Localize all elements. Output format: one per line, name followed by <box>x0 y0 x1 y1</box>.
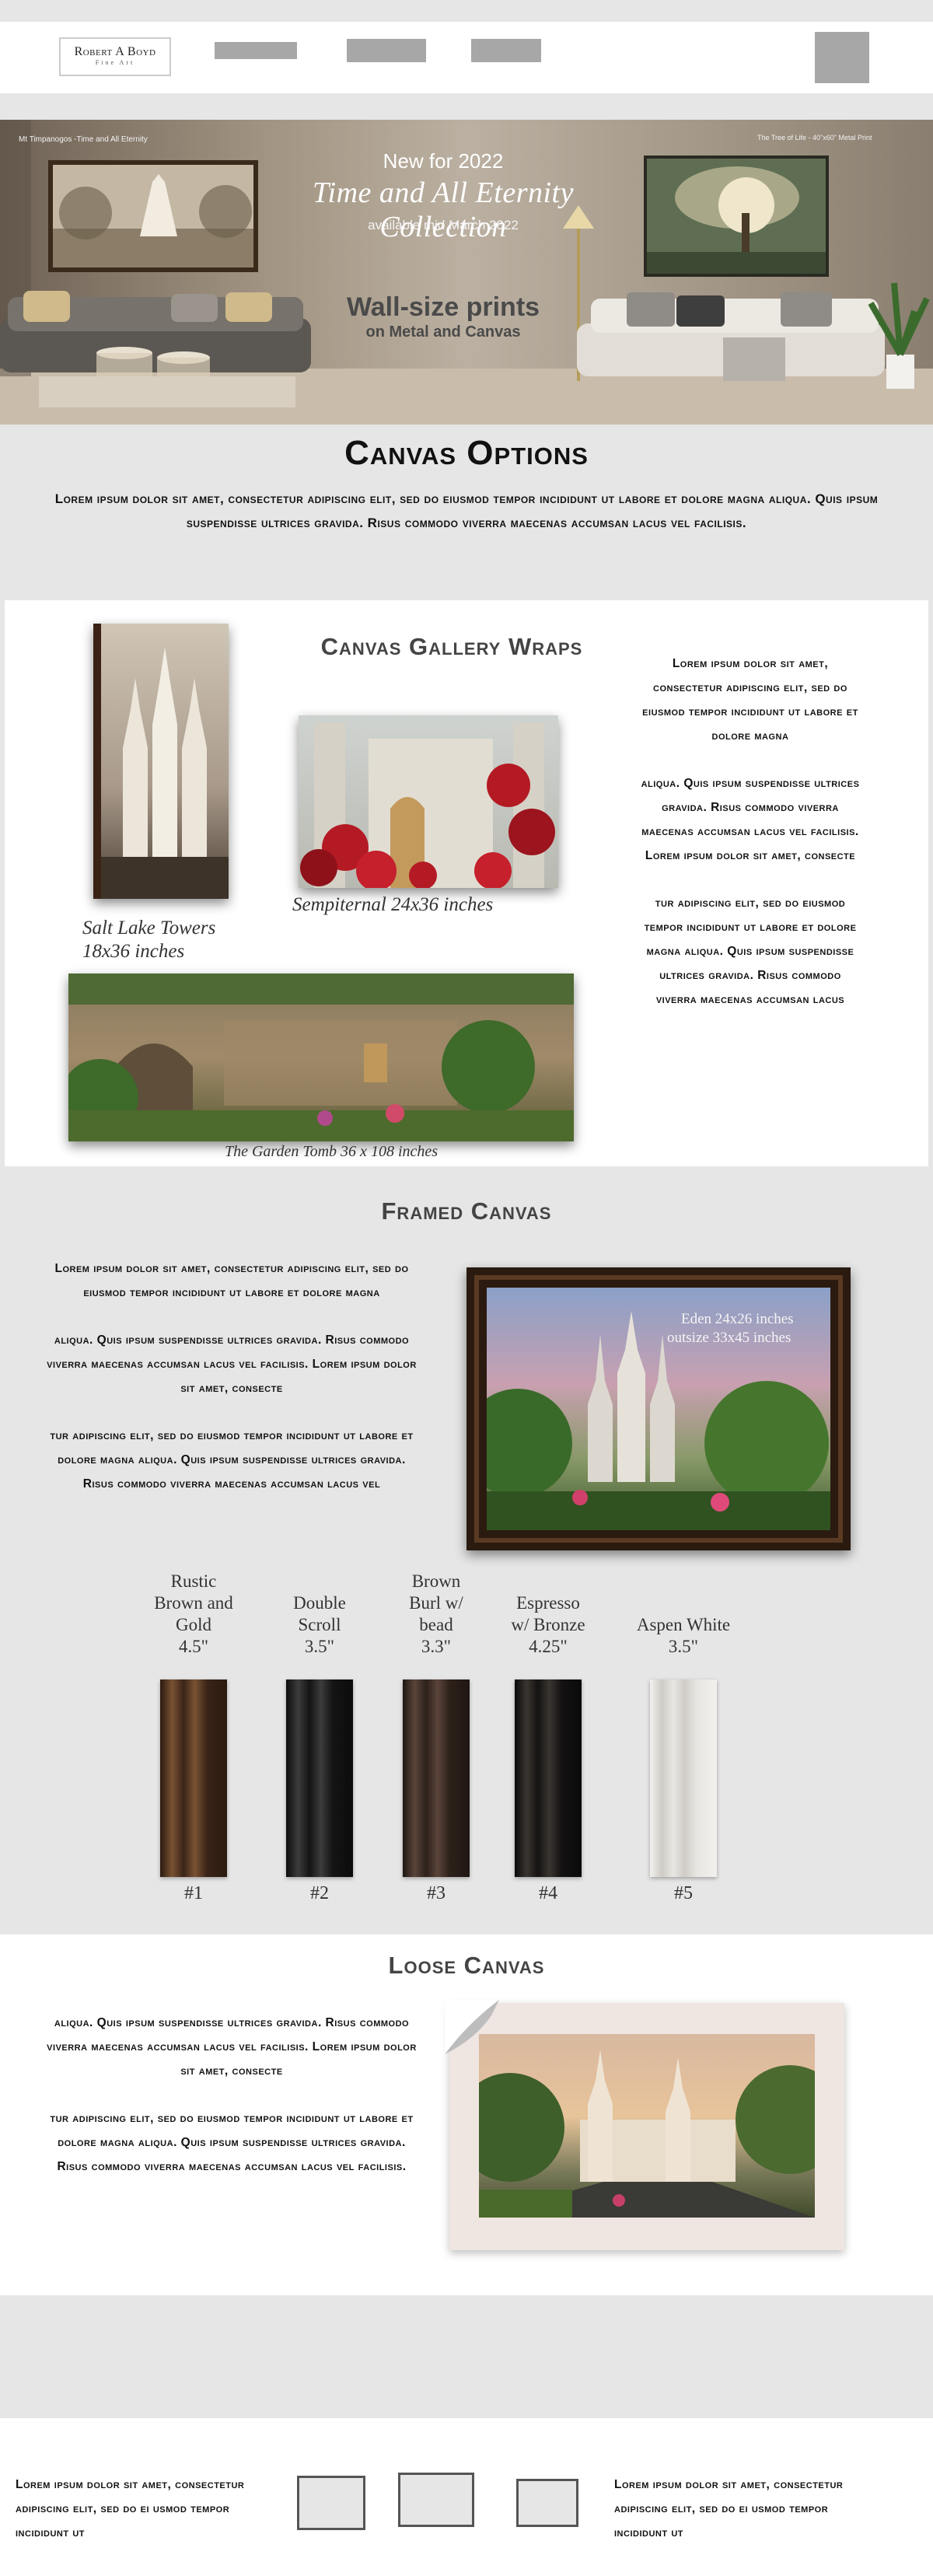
gallery-wraps-text: Lorem ipsum dolor sit amet, consectetur … <box>638 652 863 1035</box>
loose-para-2: tur adipiscing elit, sed do eiusmod temp… <box>50 2112 414 2173</box>
footer-square-3[interactable] <box>516 2479 578 2527</box>
frame-size: 3.5" <box>304 1637 335 1656</box>
sempiternal-caption: Sempiternal 24x36 inches <box>292 894 494 915</box>
frame-name-line: Espresso <box>516 1593 580 1613</box>
gallery-wraps-para-2: aliqua. Quis ipsum suspendisse ultrices … <box>641 777 860 862</box>
nav-item-1[interactable] <box>215 42 297 59</box>
frame-label-2: Double Scroll 3.5" <box>273 1592 366 1658</box>
frame-name-line: Burl w/ <box>409 1593 463 1613</box>
garden-tomb-illustration <box>68 973 574 1141</box>
logo[interactable]: Robert A Boyd Fine Art <box>59 37 171 76</box>
eden-framed-canvas[interactable]: Eden 24x26 inches outsize 33x45 inches <box>466 1267 851 1550</box>
logo-name: Robert A Boyd <box>74 45 156 58</box>
frame-name-line: Gold <box>176 1615 211 1634</box>
frame-size: 4.5" <box>178 1637 209 1656</box>
frame-name-line: Brown <box>411 1571 461 1591</box>
gallery-wraps-title: Canvas Gallery Wraps <box>320 633 583 660</box>
site-header: Robert A Boyd Fine Art <box>0 22 933 93</box>
frame-number-3: #3 <box>427 1883 446 1903</box>
framed-canvas-text: Lorem ipsum dolor sit amet, consectetur … <box>44 1257 420 1519</box>
gallery-wraps-para-3: tur adipiscing elit, sed do eiusmod temp… <box>644 897 857 1006</box>
frame-moulding-sample-5[interactable] <box>650 1679 717 1877</box>
frame-label-4: Espresso w/ Bronze 4.25" <box>494 1592 603 1658</box>
site-footer: Lorem ipsum dolor sit amet, consectetur … <box>0 2418 933 2576</box>
frame-name-line: Rustic <box>170 1571 217 1591</box>
loose-canvas-sheet[interactable] <box>445 2000 844 2250</box>
nav-item-2[interactable] <box>347 39 426 62</box>
menu-button[interactable] <box>815 32 869 83</box>
framed-para-1: Lorem ipsum dolor sit amet, consectetur … <box>54 1262 409 1299</box>
loose-canvas-text: aliqua. Quis ipsum suspendisse ultrices … <box>44 2011 420 2202</box>
footer-left-text: Lorem ipsum dolor sit amet, consectetur … <box>16 2478 245 2539</box>
frame-name-line: Brown and <box>154 1593 233 1613</box>
frame-number-1: #1 <box>184 1883 203 1903</box>
nav-item-3[interactable] <box>471 39 541 62</box>
hero-wall-size: Wall-size prints <box>346 292 540 322</box>
frame-name-line: w/ Bronze <box>511 1615 585 1634</box>
hero-left-caption: Mt Timpanogos -Time and All Eternity <box>19 135 148 144</box>
hero-new-label: New for 2022 <box>383 149 504 173</box>
hero-right-caption: The Tree of Life - 40"x60" Metal Print <box>757 134 872 142</box>
canvas-options-title: Canvas Options <box>344 434 589 472</box>
canvas-options-intro: Lorem ipsum dolor sit amet, consectetur … <box>54 491 879 530</box>
hero-collection-title: Time and All Eternity Collection <box>313 177 574 243</box>
frame-moulding-sample-2[interactable] <box>286 1679 353 1877</box>
right-framed-print <box>644 156 829 277</box>
hero-banner[interactable]: Mt Timpanogos -Time and All Eternity The… <box>0 120 933 425</box>
frame-moulding-sample-3[interactable] <box>403 1679 470 1877</box>
temple-towers-illustration <box>101 647 229 899</box>
gallery-wraps-para-1: Lorem ipsum dolor sit amet, consectetur … <box>642 657 858 743</box>
eden-caption-2: outsize 33x45 inches <box>667 1330 791 1346</box>
frame-label-3: Brown Burl w/bead 3.3" <box>390 1571 483 1658</box>
loose-para-1: aliqua. Quis ipsum suspendisse ultrices … <box>47 2016 417 2078</box>
frame-number-2: #2 <box>310 1883 329 1903</box>
sempiternal-illustration <box>300 723 555 888</box>
garden-tomb-caption: The Garden Tomb 36 x 108 inches <box>224 1143 439 1160</box>
frame-name-line: bead <box>419 1615 453 1634</box>
salt-lake-towers-caption-2: 18x36 inches <box>82 941 185 962</box>
gallery-wraps-section: Salt Lake Towers 18x36 inches Canvas Gal… <box>5 600 928 1166</box>
footer-square-1[interactable] <box>297 2476 365 2530</box>
frame-moulding-sample-4[interactable] <box>515 1679 582 1877</box>
sempiternal-canvas[interactable] <box>299 715 558 888</box>
salt-lake-towers-caption-1: Salt Lake Towers <box>82 918 216 938</box>
rug <box>39 376 295 407</box>
frame-size: 3.5" <box>668 1637 699 1656</box>
frame-label-1: Rustic Brown and Gold 4.5" <box>139 1571 248 1658</box>
frame-size: 4.25" <box>529 1637 568 1656</box>
salt-lake-towers-canvas[interactable] <box>93 624 229 899</box>
frame-label-5: Aspen White 3.5" <box>621 1614 746 1658</box>
frame-name-line: Scroll <box>298 1615 341 1634</box>
logo-tagline: Fine Art <box>95 59 135 66</box>
temple-illustration <box>479 2050 815 2218</box>
frame-name-line: Double <box>293 1593 346 1613</box>
right-sofa <box>577 292 885 381</box>
frame-size: 3.3" <box>421 1637 452 1656</box>
hero-availability: available mid March 2022 <box>368 218 519 232</box>
frame-number-4: #4 <box>539 1883 557 1903</box>
garden-tomb-canvas[interactable] <box>68 973 574 1141</box>
left-framed-print <box>48 160 258 272</box>
hero-materials: on Metal and Canvas <box>365 323 521 341</box>
footer-right-text: Lorem ipsum dolor sit amet, consectetur … <box>614 2478 844 2539</box>
loose-canvas-image <box>479 2034 815 2218</box>
footer-square-2[interactable] <box>398 2473 474 2527</box>
loose-canvas-title: Loose Canvas <box>388 1952 545 1979</box>
frame-number-5: #5 <box>674 1883 693 1903</box>
frame-moulding-sample-1[interactable] <box>160 1679 227 1877</box>
framed-canvas-title: Framed Canvas <box>381 1197 552 1225</box>
frame-name-line: Aspen White <box>636 1615 731 1634</box>
left-sofa <box>0 291 311 372</box>
framed-para-3: tur adipiscing elit, sed do eiusmod temp… <box>50 1429 414 1491</box>
eden-caption-1: Eden 24x26 inches <box>681 1311 794 1327</box>
framed-para-2: aliqua. Quis ipsum suspendisse ultrices … <box>47 1333 417 1395</box>
loose-canvas-section: Loose Canvas aliqua. Quis ipsum suspendi… <box>0 1935 933 2295</box>
